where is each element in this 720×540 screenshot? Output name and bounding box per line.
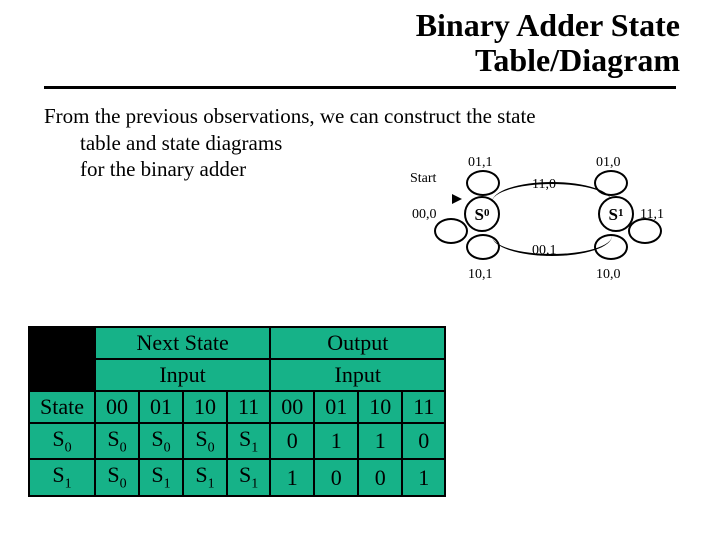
state-node-s0: S0 — [464, 196, 500, 232]
edge-label-s1-s0: 00,1 — [532, 242, 557, 260]
cell-out: 0 — [270, 423, 314, 459]
col-header: 00 — [95, 391, 139, 423]
cell-next: S1 — [227, 459, 270, 495]
col-header: 10 — [358, 391, 402, 423]
edge-label-s1-top: 01,0 — [596, 154, 621, 172]
cell-sub: 1 — [251, 477, 258, 492]
cell-sub: 0 — [120, 477, 127, 492]
cell-sub: 0 — [208, 440, 215, 455]
table-row: S0 S0 S0 S0 S1 0 1 1 0 — [29, 423, 445, 459]
cell-out: 1 — [270, 459, 314, 495]
cell-s: S — [151, 462, 163, 487]
cell-out: 0 — [402, 423, 445, 459]
lead-line-1: From the previous observations, we can c… — [44, 104, 536, 128]
edge-label-s0-bot: 10,1 — [468, 266, 493, 284]
col-header: 10 — [183, 391, 227, 423]
table-corner — [29, 327, 95, 359]
table-row: Next State Output — [29, 327, 445, 359]
row-state-label: S — [52, 462, 64, 487]
self-loop-icon — [628, 218, 662, 244]
table-row: Input Input — [29, 359, 445, 391]
cell-next: S0 — [95, 459, 139, 495]
self-loop-icon — [466, 170, 500, 196]
row-state-sub: 1 — [65, 477, 72, 492]
cell-out: 1 — [314, 423, 358, 459]
col-header: 00 — [270, 391, 314, 423]
edge-label-s1-bot: 10,0 — [596, 266, 621, 284]
cell-next: S1 — [227, 423, 270, 459]
edge-label-s0-self: 00,0 — [412, 206, 437, 224]
start-label: Start — [410, 170, 436, 188]
title-line-2: Table/Diagram — [475, 42, 680, 78]
col-header: 01 — [139, 391, 183, 423]
cell-s: S — [239, 426, 251, 451]
cell-out: 1 — [358, 423, 402, 459]
row-state-sub: 0 — [65, 440, 72, 455]
cell-sub: 1 — [208, 477, 215, 492]
col-header: 11 — [227, 391, 270, 423]
cell-out: 1 — [402, 459, 445, 495]
row-state-s1: S1 — [29, 459, 95, 495]
title-line-1: Binary Adder State — [416, 7, 680, 43]
input-header-next: Input — [95, 359, 270, 391]
page-title: Binary Adder State Table/Diagram — [0, 0, 720, 80]
cell-next: S0 — [139, 423, 183, 459]
table-corner — [29, 359, 95, 391]
lead-line-2: table and state diagrams — [44, 130, 676, 156]
col-group-next: Next State — [95, 327, 270, 359]
edge-label-s0-s1: 11,0 — [532, 176, 556, 194]
state-col-header: State — [29, 391, 95, 423]
table-row: State 00 01 10 11 00 01 10 11 — [29, 391, 445, 423]
col-group-output: Output — [270, 327, 445, 359]
cell-sub: 1 — [164, 477, 171, 492]
cell-s: S — [107, 462, 119, 487]
lead-paragraph: From the previous observations, we can c… — [0, 89, 720, 182]
edge-label-s0-top: 01,1 — [468, 154, 493, 172]
cell-s: S — [239, 462, 251, 487]
start-arrow-icon — [452, 194, 462, 204]
cell-s: S — [107, 426, 119, 451]
state-s0-label: S — [475, 204, 484, 225]
cell-next: S0 — [183, 423, 227, 459]
cell-s: S — [195, 426, 207, 451]
table-row: S1 S0 S1 S1 S1 1 0 0 1 — [29, 459, 445, 495]
cell-next: S0 — [95, 423, 139, 459]
col-header: 11 — [402, 391, 445, 423]
state-diagram: Start 01,1 01,0 11,0 S0 S1 00,0 11,1 — [372, 162, 662, 322]
state-s1-label: S — [609, 204, 618, 225]
input-header-output: Input — [270, 359, 445, 391]
cell-sub: 0 — [164, 440, 171, 455]
self-loop-icon — [466, 234, 500, 260]
state-table: Next State Output Input Input State 00 0… — [28, 326, 446, 497]
cell-out: 0 — [314, 459, 358, 495]
cell-next: S1 — [183, 459, 227, 495]
row-state-s0: S0 — [29, 423, 95, 459]
cell-next: S1 — [139, 459, 183, 495]
col-header: 01 — [314, 391, 358, 423]
cell-sub: 1 — [251, 440, 258, 455]
self-loop-icon — [594, 234, 628, 260]
state-s0-sub: 0 — [484, 207, 490, 221]
cell-sub: 0 — [120, 440, 127, 455]
cell-s: S — [151, 426, 163, 451]
cell-s: S — [195, 462, 207, 487]
cell-out: 0 — [358, 459, 402, 495]
row-state-label: S — [52, 426, 64, 451]
self-loop-icon — [434, 218, 468, 244]
state-s1-sub: 1 — [618, 207, 624, 221]
